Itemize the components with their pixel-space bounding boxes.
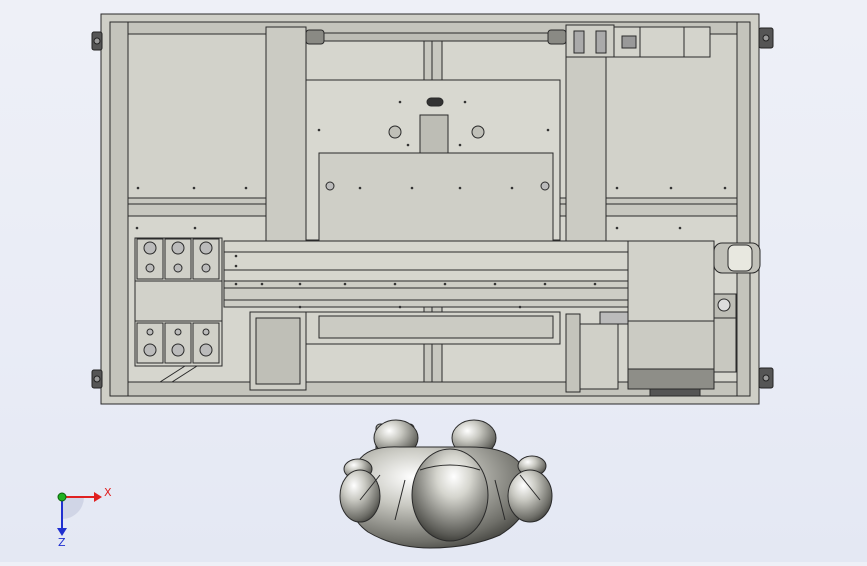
operator-arm-left bbox=[339, 469, 381, 523]
right-motor-body bbox=[627, 320, 715, 370]
beam-top bbox=[223, 240, 629, 282]
plate-upper-left bbox=[127, 33, 267, 199]
right-rail bbox=[736, 21, 751, 397]
right-motor-base bbox=[627, 368, 715, 390]
right-cylinder-clamp bbox=[713, 242, 761, 274]
side-motor-bracket bbox=[565, 313, 581, 393]
cad-viewport[interactable]: X Z bbox=[0, 0, 867, 562]
x-gantry-beam bbox=[223, 240, 629, 308]
table-inner-panel bbox=[318, 152, 554, 242]
bearing-blocks-bottom bbox=[136, 322, 220, 364]
top-motor-assembly bbox=[565, 24, 711, 58]
upright-column bbox=[265, 26, 307, 243]
upright-right bbox=[565, 45, 607, 243]
bearing-blocks-top bbox=[136, 238, 220, 280]
table-hole-left bbox=[388, 125, 402, 139]
motor-coupler bbox=[573, 30, 585, 54]
triad-corner bbox=[62, 497, 84, 519]
operator-arm-right bbox=[507, 469, 553, 523]
side-motor bbox=[577, 323, 619, 390]
left-rail bbox=[109, 21, 129, 397]
motor-foot bbox=[649, 388, 701, 397]
orientation-triad: X Z bbox=[57, 486, 112, 549]
top-rod bbox=[305, 32, 559, 42]
right-side-post bbox=[713, 317, 737, 373]
lower-inner bbox=[318, 315, 554, 339]
table-slot bbox=[419, 114, 449, 154]
lower-left-motor bbox=[255, 317, 301, 385]
cad-drawing: X Z bbox=[57, 13, 774, 549]
right-carriage-block bbox=[627, 240, 715, 322]
triad-x-label: X bbox=[104, 486, 112, 499]
carriage-plate bbox=[134, 280, 223, 322]
rod-end-right bbox=[547, 29, 567, 45]
triad-origin bbox=[57, 492, 67, 502]
triad-z-label: Z bbox=[58, 536, 66, 549]
motor-coupler-2 bbox=[595, 30, 607, 54]
motor-bracket bbox=[565, 24, 615, 58]
motor-gearbox bbox=[599, 311, 629, 325]
table-hole-right bbox=[471, 125, 485, 139]
beam-rail bbox=[223, 280, 629, 308]
pulley-wheel bbox=[717, 298, 731, 312]
operator-head bbox=[411, 448, 489, 542]
plate-upper-right bbox=[605, 33, 738, 199]
operator-figure bbox=[339, 419, 553, 549]
rod-end-left bbox=[305, 29, 325, 45]
slot-knob bbox=[426, 97, 444, 107]
